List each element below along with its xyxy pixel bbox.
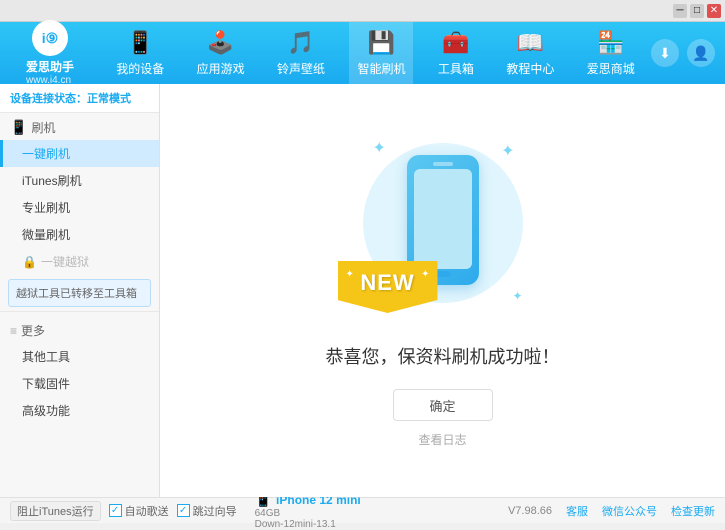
top-nav: i⑨ 爱思助手 www.i4.cn 📱 我的设备 🕹️ 应用游戏 🎵 铃声壁纸 … bbox=[0, 22, 725, 84]
new-banner: ✦ NEW ✦ bbox=[338, 261, 438, 313]
auto-close-checkbox[interactable]: ✓ 自动歌送 bbox=[109, 503, 169, 519]
minimize-button[interactable]: ─ bbox=[673, 4, 687, 18]
new-star-left: ✦ bbox=[346, 269, 354, 280]
version-label: V7.98.66 bbox=[508, 505, 552, 517]
flash-section-header[interactable]: 📱 刷机 bbox=[0, 113, 159, 140]
bottom-bar: 阻止iTunes运行 ✓ 自动歌送 ✓ 跳过向导 📱 iPhone 12 min… bbox=[0, 497, 725, 523]
toolbox-icon: 🧰 bbox=[442, 29, 470, 57]
logo-icon: i⑨ bbox=[32, 20, 68, 56]
sidebar-item-advanced[interactable]: 高级功能 bbox=[0, 397, 159, 424]
sparkle-1: ✦ bbox=[373, 138, 386, 158]
customer-service-link[interactable]: 客服 bbox=[566, 503, 588, 519]
sidebar-info-box: 越狱工具已转移至工具箱 bbox=[8, 279, 151, 307]
close-button[interactable]: ✕ bbox=[707, 4, 721, 18]
skip-guide-checkbox[interactable]: ✓ 跳过向导 bbox=[177, 503, 237, 519]
more-section-header[interactable]: ≡ 更多 bbox=[0, 316, 159, 343]
auto-close-check-icon: ✓ bbox=[109, 504, 122, 517]
device-status: 设备连接状态：正常模式 bbox=[0, 84, 159, 113]
tutorial-icon: 📖 bbox=[516, 29, 544, 57]
sidebar-item-one-key-flash[interactable]: 一键刷机 bbox=[0, 140, 159, 167]
sidebar-item-micro-flash[interactable]: 微量刷机 bbox=[0, 221, 159, 248]
smart-flash-icon: 💾 bbox=[367, 29, 395, 57]
sidebar-item-itunes-flash[interactable]: iTunes刷机 bbox=[0, 167, 159, 194]
user-button[interactable]: 👤 bbox=[687, 39, 715, 67]
phone-illustration: ✦ ✦ ✦ ✦ NEW ✦ bbox=[353, 133, 533, 323]
flash-section-icon: 📱 bbox=[10, 119, 27, 136]
sidebar-locked-jailbreak: 🔒 一键越狱 bbox=[0, 248, 159, 275]
skip-guide-check-icon: ✓ bbox=[177, 504, 190, 517]
download-button[interactable]: ⬇ bbox=[651, 39, 679, 67]
maximize-button[interactable]: □ bbox=[690, 4, 704, 18]
new-star-right: ✦ bbox=[421, 269, 429, 280]
device-model: Down-12mini-13.1 bbox=[255, 519, 361, 530]
nav-mall[interactable]: 🏪 爱思商城 bbox=[579, 22, 643, 84]
content-area: ✦ ✦ ✦ ✦ NEW ✦ 恭喜您，保资料刷机成功啦！ 确定 查看日志 bbox=[160, 84, 725, 497]
sparkle-2: ✦ bbox=[501, 141, 514, 161]
sidebar-item-pro-flash[interactable]: 专业刷机 bbox=[0, 194, 159, 221]
bottom-right: V7.98.66 客服 微信公众号 检查更新 bbox=[508, 503, 715, 519]
apps-games-icon: 🕹️ bbox=[207, 29, 235, 57]
main-area: 设备连接状态：正常模式 📱 刷机 一键刷机 iTunes刷机 专业刷机 微量刷机… bbox=[0, 84, 725, 497]
day-log-link[interactable]: 查看日志 bbox=[418, 431, 466, 448]
mall-icon: 🏪 bbox=[597, 29, 625, 57]
ringtones-icon: 🎵 bbox=[287, 29, 315, 57]
sparkle-3: ✦ bbox=[512, 289, 522, 303]
phone-screen bbox=[414, 169, 472, 269]
more-icon: ≡ bbox=[10, 324, 17, 338]
phone-speaker bbox=[433, 162, 453, 166]
nav-toolbox[interactable]: 🧰 工具箱 bbox=[430, 22, 482, 84]
confirm-button[interactable]: 确定 bbox=[393, 389, 493, 421]
my-device-icon: 📱 bbox=[126, 29, 154, 57]
success-message: 恭喜您，保资料刷机成功啦！ bbox=[326, 343, 560, 369]
lock-icon: 🔒 bbox=[22, 255, 37, 269]
nav-smart-flash[interactable]: 💾 智能刷机 bbox=[349, 22, 413, 84]
sidebar-item-download-fw[interactable]: 下载固件 bbox=[0, 370, 159, 397]
wechat-link[interactable]: 微信公众号 bbox=[602, 503, 657, 519]
sidebar-divider bbox=[0, 311, 159, 312]
nav-ringtones[interactable]: 🎵 铃声壁纸 bbox=[269, 22, 333, 84]
nav-apps-games[interactable]: 🕹️ 应用游戏 bbox=[189, 22, 253, 84]
sidebar-item-other-tools[interactable]: 其他工具 bbox=[0, 343, 159, 370]
logo-text: 爱思助手 www.i4.cn bbox=[26, 58, 74, 86]
nav-items: 📱 我的设备 🕹️ 应用游戏 🎵 铃声壁纸 💾 智能刷机 🧰 工具箱 📖 教程中… bbox=[100, 22, 651, 84]
nav-my-device[interactable]: 📱 我的设备 bbox=[108, 22, 172, 84]
title-bar: ─ □ ✕ bbox=[0, 0, 725, 22]
device-storage: 64GB bbox=[255, 508, 361, 519]
stop-itunes-button[interactable]: 阻止iTunes运行 bbox=[10, 501, 101, 521]
sidebar: 设备连接状态：正常模式 📱 刷机 一键刷机 iTunes刷机 专业刷机 微量刷机… bbox=[0, 84, 160, 497]
nav-right-buttons: ⬇ 👤 bbox=[651, 39, 725, 67]
logo-area: i⑨ 爱思助手 www.i4.cn bbox=[0, 20, 100, 86]
nav-tutorial[interactable]: 📖 教程中心 bbox=[498, 22, 562, 84]
new-badge-text: NEW bbox=[360, 270, 414, 296]
check-update-link[interactable]: 检查更新 bbox=[671, 503, 715, 519]
